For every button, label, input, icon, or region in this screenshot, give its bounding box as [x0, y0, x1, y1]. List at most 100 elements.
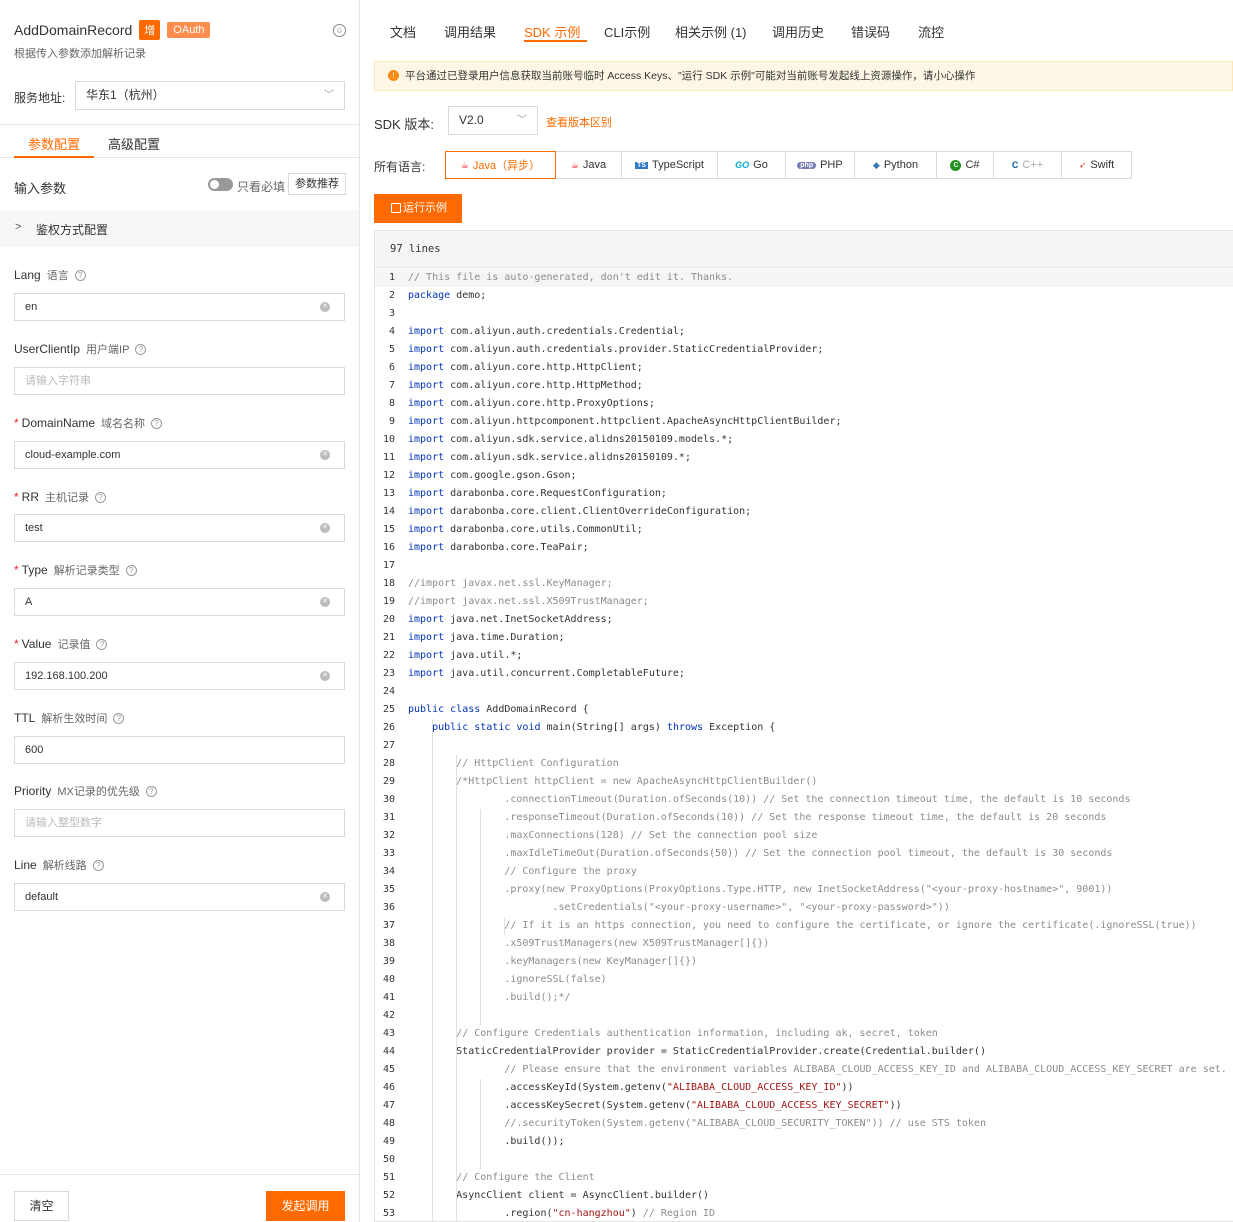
tab-related-examples[interactable]: 相关示例 (1) [675, 22, 747, 41]
tab-docs[interactable]: 文档 [390, 22, 416, 41]
chevron-down-icon: ﹀ [517, 115, 527, 126]
line-number: 17 [382, 560, 395, 571]
code-viewer[interactable]: 97 lines 1 // This file is auto-generated… [374, 230, 1233, 1222]
version-diff-link[interactable]: 查看版本区别 [546, 114, 612, 130]
lang-java-async[interactable]: ☕ Java（异步） [445, 151, 556, 179]
lang-java[interactable]: ☕ Java [555, 151, 622, 179]
tab-sdk-example[interactable]: SDK 示例 [524, 22, 580, 41]
lang-swift[interactable]: ➶ Swift [1061, 151, 1132, 179]
line-number: 44 [382, 1046, 395, 1057]
line-number: 31 [382, 812, 395, 823]
line-number: 51 [382, 1172, 395, 1183]
clear-icon[interactable]: ✕ [320, 892, 330, 902]
line-number: 25 [382, 704, 395, 715]
help-icon[interactable]: ? [135, 343, 147, 355]
tab-call-result[interactable]: 调用结果 [444, 22, 496, 41]
lang-cpp[interactable]: C C++ [993, 151, 1062, 179]
code-text: .x509TrustManagers(new X509TrustManager[… [408, 938, 770, 949]
clear-icon[interactable]: ✕ [320, 302, 330, 312]
auth-config-section[interactable]: > 鉴权方式配置 [0, 210, 359, 247]
field-label-value: * Value 记录值? [14, 636, 108, 652]
code-line: 39 .keyManagers(new KeyManager[]{}) [375, 953, 1233, 971]
help-icon[interactable]: ? [125, 564, 137, 576]
line-number: 36 [382, 902, 395, 913]
userclientip-input[interactable]: 请输入字符串 [14, 367, 345, 395]
code-text: // Please ensure that the environment va… [504, 1064, 1227, 1075]
sdk-version-select[interactable]: V2.0 ﹀ [448, 106, 538, 135]
csharp-icon: C [950, 159, 962, 171]
service-select[interactable]: 华东1（杭州） ﹀ [75, 81, 345, 110]
lang-go[interactable]: GO Go [717, 151, 786, 179]
param-recommend-button[interactable]: 参数推荐 [288, 173, 346, 195]
active-tab-indicator [14, 156, 94, 158]
code-line: 28 // HttpClient Configuration [375, 755, 1233, 773]
code-text: /*HttpClient httpClient = new ApacheAsyn… [408, 776, 818, 787]
only-required-toggle[interactable] [208, 178, 233, 191]
tab-cli-example[interactable]: CLI示例 [604, 22, 650, 41]
code-text: import com.google.gson.Gson; [408, 470, 577, 481]
lang-php[interactable]: php PHP [785, 151, 855, 179]
clear-icon[interactable]: ✕ [320, 450, 330, 460]
lang-python[interactable]: ◆ Python [854, 151, 937, 179]
lang-csharp[interactable]: C C# [936, 151, 994, 179]
invoke-button[interactable]: 发起调用 [266, 1191, 345, 1221]
indent-guide [432, 719, 433, 1221]
code-text: import com.aliyun.core.http.HttpMethod; [408, 380, 643, 391]
code-text: import com.aliyun.httpcomponent.httpclie… [408, 416, 842, 427]
line-number: 15 [382, 524, 395, 535]
ttl-input[interactable]: 600 [14, 736, 345, 764]
priority-input[interactable]: 请输入整型数字 [14, 809, 345, 837]
help-icon[interactable]: ? [113, 712, 125, 724]
feedback-smile-icon[interactable]: ☺ [333, 24, 346, 37]
help-icon[interactable]: ? [151, 417, 163, 429]
code-text: .responseTimeout(Duration.ofSeconds(10))… [408, 812, 1107, 823]
java-icon: ☕ [570, 159, 579, 170]
help-icon[interactable]: ? [145, 785, 157, 797]
language-selector: ☕ Java（异步） ☕ Java TS TypeScript GO Go php PHP… [445, 151, 1132, 179]
clear-icon[interactable]: ✕ [320, 597, 330, 607]
code-text: // HttpClient Configuration [456, 758, 619, 769]
rr-input[interactable]: test ✕ [14, 514, 345, 542]
service-value: 华东1（杭州） [86, 88, 165, 102]
code-text: // This file is auto-generated, don't ed… [408, 272, 734, 283]
tab-rate-limit[interactable]: 流控 [918, 22, 944, 41]
clear-button[interactable]: 清空 [14, 1191, 69, 1221]
clear-icon[interactable]: ✕ [320, 671, 330, 681]
line-number: 19 [382, 596, 395, 607]
code-line: 35 .proxy(new ProxyOptions(ProxyOptions.… [375, 881, 1233, 899]
code-body: 1 // This file is auto-generated, don't e… [375, 269, 1233, 1221]
help-icon[interactable]: ? [96, 638, 108, 650]
tab-advanced-config[interactable]: 高级配置 [108, 134, 160, 153]
lang-typescript[interactable]: TS TypeScript [621, 151, 718, 179]
code-text: public static void main(String[] args) t… [432, 722, 776, 733]
lang-input[interactable]: en ✕ [14, 293, 345, 321]
tab-param-config[interactable]: 参数配置 [28, 134, 80, 153]
tab-call-history[interactable]: 调用历史 [772, 22, 824, 41]
code-text: import java.util.*; [408, 650, 523, 661]
tab-error-codes[interactable]: 错误码 [851, 22, 890, 41]
code-line: 1 // This file is auto-generated, don't e… [375, 269, 1233, 287]
code-line: 6 import com.aliyun.core.http.HttpClient; [375, 359, 1233, 377]
code-text: //import javax.net.ssl.KeyManager; [408, 578, 613, 589]
line-number: 2 [388, 290, 395, 301]
code-line: 11 import com.aliyun.sdk.service.alidns20… [375, 449, 1233, 467]
left-tabs: 参数配置 高级配置 [0, 124, 359, 158]
code-line: 5 import com.aliyun.auth.credentials.prov… [375, 341, 1233, 359]
help-icon[interactable]: ? [92, 859, 104, 871]
code-line: 34 // Configure the proxy [375, 863, 1233, 881]
type-input[interactable]: A ✕ [14, 588, 345, 616]
line-input[interactable]: default ✕ [14, 883, 345, 911]
code-text: StaticCredentialProvider provider = Stat… [408, 1046, 986, 1057]
help-icon[interactable]: ? [74, 269, 86, 281]
code-text: //import javax.net.ssl.X509TrustManager; [408, 596, 649, 607]
help-icon[interactable]: ? [95, 491, 107, 503]
code-line: 48 //.securityToken(System.getenv("ALIBA… [375, 1115, 1233, 1133]
code-line: 9 import com.aliyun.httpcomponent.httpcli… [375, 413, 1233, 431]
run-example-button[interactable]: 运行示例 [374, 194, 462, 223]
value-input[interactable]: 192.168.100.200 ✕ [14, 662, 345, 690]
code-line-count: 97 lines [375, 231, 1233, 268]
cpp-icon: C [1011, 160, 1019, 170]
code-line: 17 [375, 557, 1233, 575]
domainname-input[interactable]: cloud-example.com ✕ [14, 441, 345, 469]
clear-icon[interactable]: ✕ [320, 523, 330, 533]
